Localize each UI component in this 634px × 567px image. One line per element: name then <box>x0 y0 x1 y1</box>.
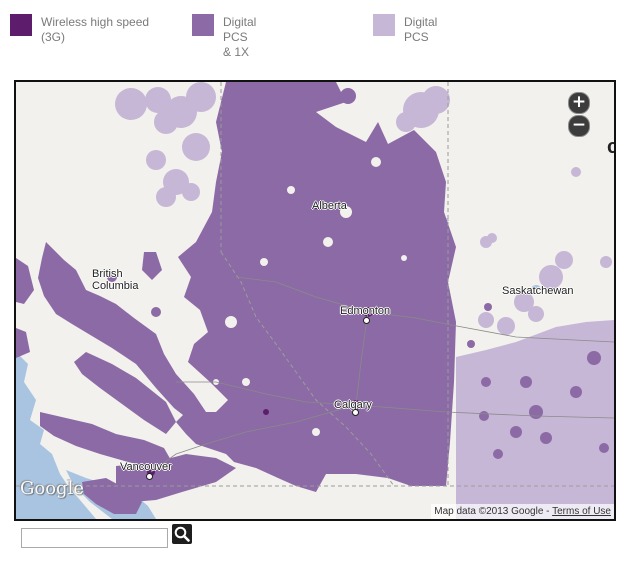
map-canvas[interactable] <box>16 82 614 519</box>
legend-label-pcs: Digital PCS <box>404 15 438 44</box>
label-british-columbia: British Columbia <box>92 268 139 292</box>
coverage-map[interactable]: + − c Alberta British Columbia Saskatche… <box>14 80 616 521</box>
terms-of-use-link[interactable]: Terms of Use <box>552 506 611 517</box>
google-logo: Google <box>20 478 84 499</box>
city-marker-calgary <box>352 409 359 416</box>
label-edmonton: Edmonton <box>340 305 391 317</box>
location-search-input[interactable] <box>21 528 168 548</box>
legend-swatch-3g <box>10 14 32 36</box>
cropped-map-control[interactable]: c <box>607 137 614 157</box>
city-marker-vancouver <box>146 473 153 480</box>
label-vancouver: Vancouver <box>120 461 172 473</box>
magnifier-icon <box>174 526 190 542</box>
legend-swatch-pcs <box>373 14 395 36</box>
legend-label-pcs-1x: Digital PCS & 1X <box>223 15 257 59</box>
zoom-out-button[interactable]: − <box>568 115 590 137</box>
attribution-text: Map data ©2013 Google - <box>434 506 553 517</box>
zoom-in-button[interactable]: + <box>568 92 590 114</box>
city-marker-edmonton <box>363 317 370 324</box>
search-button[interactable] <box>172 524 192 544</box>
label-saskatchewan: Saskatchewan <box>502 285 574 297</box>
coverage-legend: Wireless high speed (3G) Digital PCS & 1… <box>10 14 610 59</box>
map-attribution: Map data ©2013 Google - Terms of Use <box>431 504 614 519</box>
label-alberta: Alberta <box>312 200 347 212</box>
legend-swatch-pcs-1x <box>192 14 214 36</box>
zoom-control: + − <box>568 92 590 137</box>
legend-label-3g: Wireless high speed (3G) <box>41 15 150 44</box>
